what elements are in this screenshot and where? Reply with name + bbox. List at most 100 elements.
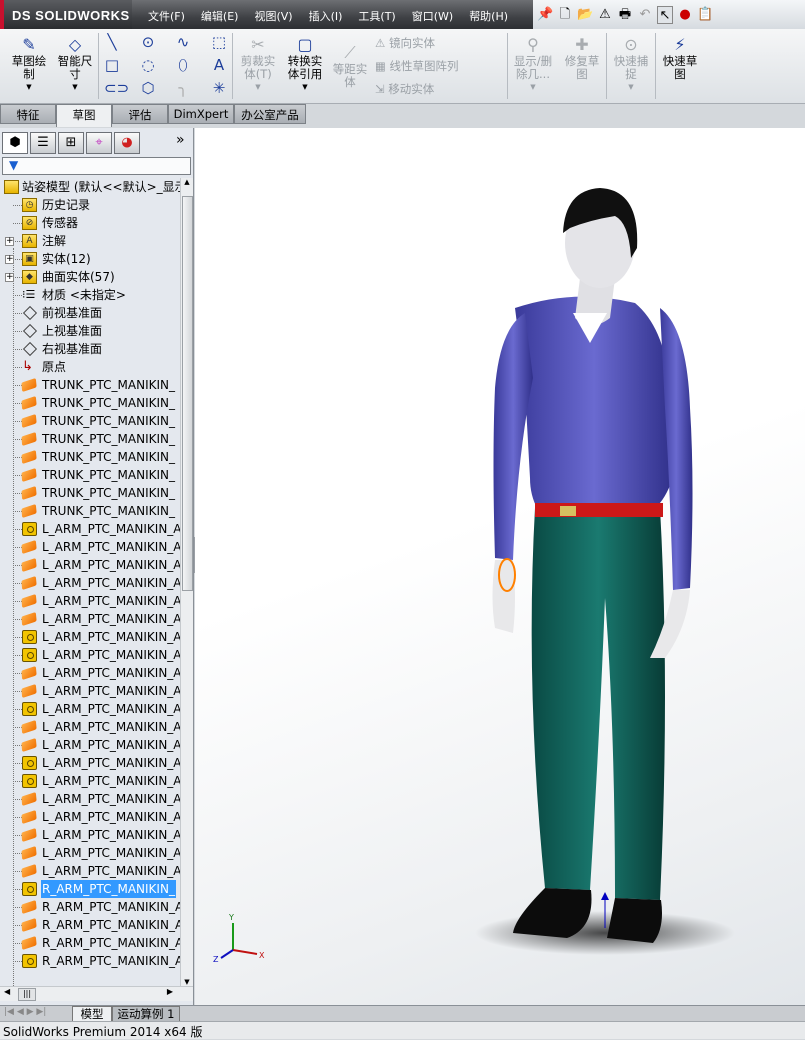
tree-item[interactable]: 站姿模型 (默认<<默认>_显示 [0, 178, 180, 196]
grid-icon[interactable]: ⬚ [211, 33, 227, 51]
polygon-tool-icon[interactable]: ⬡ [140, 79, 156, 97]
expand-panel-icon[interactable]: » [176, 132, 185, 156]
rectangle-tool-icon[interactable]: □ [104, 56, 120, 74]
bottom-tab-0[interactable]: 模型 [72, 1006, 112, 1022]
tree-item[interactable]: L_ARM_PTC_MANIKIN_A [0, 736, 180, 754]
tree-item[interactable]: L_ARM_PTC_MANIKIN_A [0, 520, 180, 538]
circle-tool-icon[interactable]: ⊙ [140, 33, 156, 51]
tree-item[interactable]: L_ARM_PTC_MANIKIN_A [0, 754, 180, 772]
tree-horizontal-scrollbar[interactable]: ◀ ||| ▶ [0, 986, 193, 1001]
tree-item[interactable]: + A 注解 [0, 232, 180, 250]
point-tool-icon[interactable]: ✳ [211, 79, 227, 97]
tree-item[interactable]: R_ARM_PTC_MANIKIN_A [0, 916, 180, 934]
tree-filter-input[interactable]: ▼ [2, 157, 191, 175]
open-icon[interactable]: 📂 [577, 6, 593, 24]
tree-item[interactable]: L_ARM_PTC_MANIKIN_A [0, 772, 180, 790]
tree-item[interactable]: L_ARM_PTC_MANIKIN_A [0, 826, 180, 844]
new-document-icon[interactable]: 🗋 [557, 6, 573, 24]
tree-item[interactable]: R_ARM_PTC_MANIKIN_A [0, 898, 180, 916]
expand-icon[interactable]: + [5, 273, 14, 282]
rebuild-icon[interactable]: ⚠ [597, 6, 613, 24]
tree-item[interactable]: L_ARM_PTC_MANIKIN_A [0, 844, 180, 862]
tree-item[interactable]: L_ARM_PTC_MANIKIN_A [0, 610, 180, 628]
tree-item[interactable]: TRUNK_PTC_MANIKIN_ [0, 502, 180, 520]
bottom-tab-1[interactable]: 运动算例 1 [112, 1006, 180, 1022]
scrollbar-thumb[interactable]: ||| [18, 988, 36, 1001]
tree-item[interactable]: ⁝☰ 材质 <未指定> [0, 286, 180, 304]
menu-item[interactable]: 插入(I) [301, 0, 351, 29]
line-tool-icon[interactable]: ╲ [104, 33, 120, 51]
quick-snaps-button[interactable]: ⊙ 快速捕 捉 ▼ [609, 35, 653, 94]
tree-item[interactable]: R_ARM_PTC_MANIKIN_A [0, 952, 180, 970]
tab-2[interactable]: 评估 [112, 104, 168, 124]
linear-pattern-button[interactable]: ▦ 线性草图阵列 [375, 58, 459, 74]
expand-icon[interactable]: + [5, 255, 14, 264]
fillet-tool-icon[interactable]: ╮ [175, 79, 191, 97]
tree-item[interactable]: TRUNK_PTC_MANIKIN_ [0, 430, 180, 448]
undo-icon[interactable]: ↶ [637, 6, 653, 24]
tab-0[interactable]: 特征 [0, 104, 56, 124]
tree-item[interactable]: 前视基准面 [0, 304, 180, 322]
tree-item[interactable]: TRUNK_PTC_MANIKIN_ [0, 412, 180, 430]
tree-item[interactable]: L_ARM_PTC_MANIKIN_A [0, 646, 180, 664]
tree-item[interactable]: L_ARM_PTC_MANIKIN_A [0, 628, 180, 646]
tree-item[interactable]: L_ARM_PTC_MANIKIN_A [0, 592, 180, 610]
menu-item[interactable]: 文件(F) [140, 0, 193, 29]
tree-item[interactable]: ⊘ 传感器 [0, 214, 180, 232]
tree-item[interactable]: + ▣ 实体(12) [0, 250, 180, 268]
sketch-button[interactable]: ✎ 草图绘 制 ▼ [8, 35, 50, 94]
configuration-manager-tab-icon[interactable]: ⊞ [58, 132, 84, 154]
tab-3[interactable]: DimXpert [168, 104, 234, 124]
tree-item[interactable]: L_ARM_PTC_MANIKIN_A [0, 700, 180, 718]
tree-item[interactable]: L_ARM_PTC_MANIKIN_A [0, 538, 180, 556]
mirror-entities-button[interactable]: ⚠ 镜向实体 [375, 35, 435, 51]
tree-item[interactable]: 上视基准面 [0, 322, 180, 340]
traffic-light-icon[interactable]: ● [677, 6, 693, 24]
display-delete-relations-button[interactable]: ⚲ 显示/删 除几... ▼ [510, 35, 556, 94]
tree-item[interactable]: TRUNK_PTC_MANIKIN_ [0, 394, 180, 412]
tree-item[interactable]: TRUNK_PTC_MANIKIN_ [0, 466, 180, 484]
select-icon[interactable]: ↖ [657, 5, 673, 24]
tree-item[interactable]: TRUNK_PTC_MANIKIN_ [0, 484, 180, 502]
tab-1[interactable]: 草图 [56, 104, 112, 127]
dimxpert-manager-tab-icon[interactable]: ⌖ [86, 132, 112, 154]
scrollbar-thumb[interactable] [182, 196, 193, 591]
tree-item[interactable]: 右视基准面 [0, 340, 180, 358]
rapid-sketch-button[interactable]: ⚡ 快速草 图 [658, 35, 702, 81]
feature-manager-tab-icon[interactable]: ⬢ [2, 132, 28, 154]
tree-item[interactable]: R_ARM_PTC_MANIKIN_A [0, 934, 180, 952]
tree-vertical-scrollbar[interactable]: ▲ ▼ [180, 178, 193, 986]
tree-item[interactable]: L_ARM_PTC_MANIKIN_A [0, 682, 180, 700]
print-icon[interactable]: 🖶 [617, 6, 633, 24]
options-icon[interactable]: 📋 [697, 6, 713, 24]
menu-item[interactable]: 视图(V) [246, 0, 300, 29]
slot-tool-icon[interactable]: ⊂⊃ [104, 79, 129, 97]
menu-item[interactable]: 窗口(W) [404, 0, 461, 29]
tree-item[interactable]: L_ARM_PTC_MANIKIN_A [0, 862, 180, 880]
trim-entities-button[interactable]: ✂ 剪裁实 体(T) ▼ [236, 35, 280, 94]
property-manager-tab-icon[interactable]: ☰ [30, 132, 56, 154]
solidworks-logo[interactable]: DS SOLIDWORKS [0, 0, 132, 29]
tree-item[interactable]: R_ARM_PTC_MANIKIN_ [0, 880, 180, 898]
tree-item[interactable]: TRUNK_PTC_MANIKIN_ [0, 448, 180, 466]
tree-item[interactable]: L_ARM_PTC_MANIKIN_A [0, 790, 180, 808]
tree-item[interactable]: L_ARM_PTC_MANIKIN_A [0, 718, 180, 736]
tree-item[interactable]: ↳ 原点 [0, 358, 180, 376]
expand-icon[interactable]: + [5, 237, 14, 246]
menu-item[interactable]: 帮助(H) [461, 0, 516, 29]
tree-item[interactable]: TRUNK_PTC_MANIKIN_ [0, 376, 180, 394]
arc-tool-icon[interactable]: ◌ [140, 56, 156, 74]
tree-item[interactable]: L_ARM_PTC_MANIKIN_A [0, 664, 180, 682]
display-manager-tab-icon[interactable]: ◕ [114, 132, 140, 154]
tree-item[interactable]: ◷ 历史记录 [0, 196, 180, 214]
tree-item[interactable]: L_ARM_PTC_MANIKIN_A [0, 574, 180, 592]
offset-entities-button[interactable]: ⟋ 等距实 体 [328, 43, 372, 89]
tab-4[interactable]: 办公室产品 [234, 104, 306, 124]
tab-scroll-arrows[interactable]: |◀ ◀ ▶ ▶| [4, 1007, 46, 1017]
text-tool-icon[interactable]: A [211, 56, 227, 74]
graphics-area[interactable]: Y X Z [195, 128, 805, 1005]
menu-item[interactable]: 工具(T) [350, 0, 403, 29]
tree-item[interactable]: L_ARM_PTC_MANIKIN_A [0, 808, 180, 826]
repair-sketch-button[interactable]: ✚ 修复草 图 [560, 35, 604, 81]
smart-dimension-button[interactable]: ◇ 智能尺 寸 ▼ [54, 35, 96, 94]
